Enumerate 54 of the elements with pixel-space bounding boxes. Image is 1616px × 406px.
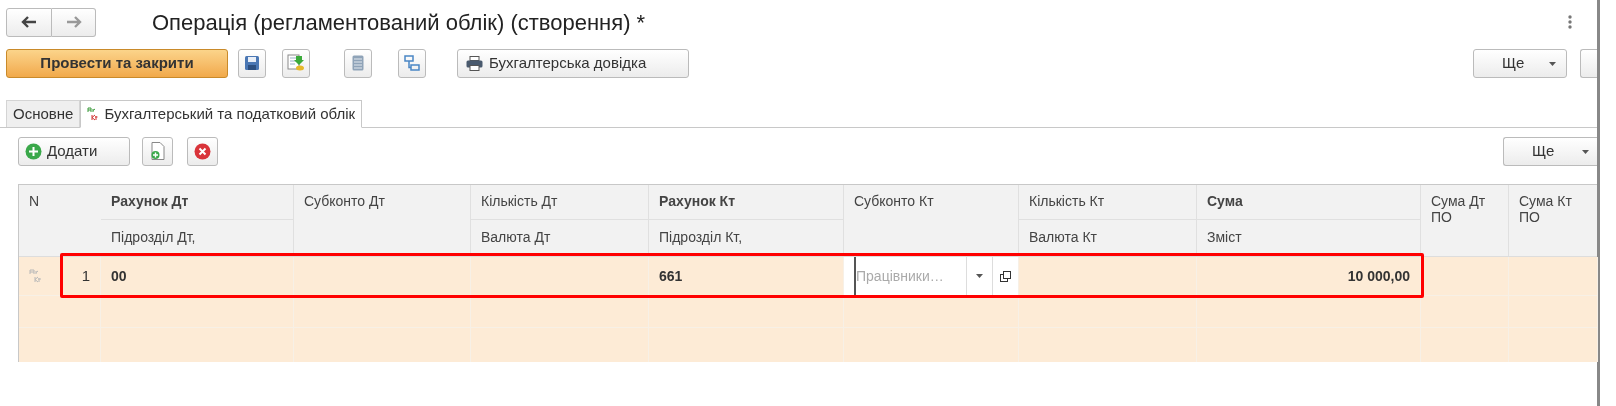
column-header[interactable]: N [19, 185, 101, 209]
column-header[interactable]: Кількість Кт [1019, 185, 1196, 220]
column-header[interactable]: Зміст [1197, 220, 1420, 245]
column-header[interactable]: Сума Дт ПО [1421, 185, 1508, 225]
column-header[interactable]: Кількість Дт [471, 185, 648, 220]
tab[interactable]: Бухгалтерський та податковий облік [80, 100, 363, 128]
input-field[interactable]: Працівники… [844, 257, 966, 295]
structure-button[interactable] [398, 48, 426, 78]
column-header[interactable]: Рахунок Кт [649, 185, 843, 220]
dropdown-caret-icon [976, 274, 983, 278]
save-icon [244, 55, 260, 71]
help-button[interactable] [1580, 48, 1597, 78]
dropdown-caret-icon [1582, 149, 1589, 154]
delete-icon [194, 142, 211, 160]
table-cell-text: 00 [111, 266, 127, 286]
delete-button[interactable] [187, 136, 218, 166]
accounting-report-button[interactable]: Бухгалтерська довідка [457, 48, 689, 78]
more-menu-icon[interactable] [1568, 15, 1572, 29]
list-button[interactable] [344, 48, 372, 78]
column-header[interactable]: Рахунок Дт [101, 185, 293, 220]
forward-arrow-icon [65, 16, 82, 28]
add-document-button[interactable] [142, 136, 173, 166]
row-number: 1 [81, 265, 90, 286]
tab[interactable]: Основне [6, 100, 81, 127]
column-header[interactable]: Субконто Кт [844, 185, 1018, 209]
plus-circle-icon [25, 142, 42, 160]
column-header[interactable]: Валюта Дт [471, 220, 648, 245]
debit-credit-icon [87, 107, 100, 121]
post-and-close-button[interactable]: Провести та закрити [6, 48, 228, 78]
more-button[interactable]: Ще [1473, 48, 1567, 78]
column-header[interactable]: Сума [1197, 185, 1420, 220]
column-header[interactable]: Підрозділ Кт, [649, 220, 843, 245]
dropdown-caret-icon [1549, 61, 1556, 66]
table-cell-text: 10 000,00 [1347, 266, 1410, 286]
window-title: Операція (регламентований облік) (створення) * [152, 8, 646, 37]
add-button[interactable]: Додати [18, 136, 130, 166]
column-header[interactable]: Валюта Кт [1019, 220, 1196, 245]
printer-icon [466, 55, 483, 71]
hierarchy-icon [404, 55, 420, 71]
list-icon [352, 55, 364, 71]
column-header[interactable]: Сума Кт ПО [1509, 185, 1598, 225]
back-button[interactable] [6, 7, 52, 37]
new-document-icon [149, 142, 166, 160]
open-window-icon [1000, 270, 1011, 282]
more-button[interactable]: Ще [1503, 136, 1597, 166]
table-cell-text: 661 [659, 266, 683, 286]
back-arrow-icon [21, 16, 37, 28]
post-button[interactable] [282, 48, 310, 78]
debit-credit-icon [29, 269, 43, 283]
column-header[interactable]: Субконто Дт [294, 185, 470, 209]
document-coins-icon [287, 54, 305, 72]
save-button[interactable] [238, 48, 266, 78]
column-header[interactable]: Підрозділ Дт, [101, 220, 293, 245]
open-button[interactable] [992, 257, 1018, 295]
